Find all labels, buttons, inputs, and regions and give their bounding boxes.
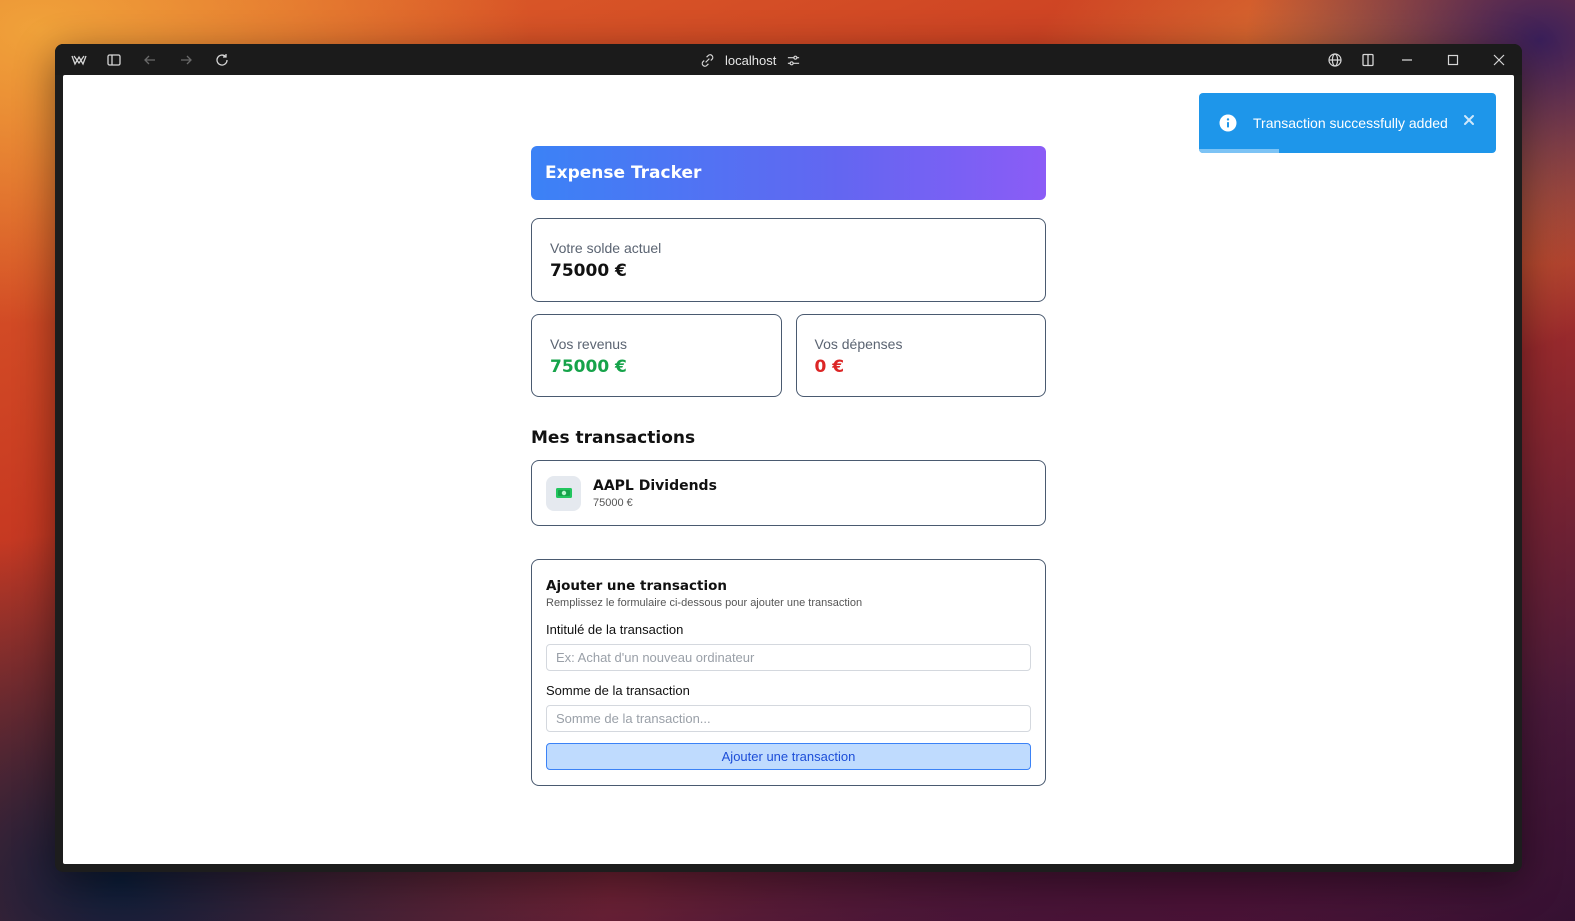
add-transaction-button[interactable]: Ajouter une transaction [546, 743, 1031, 770]
transaction-name: AAPL Dividends [593, 477, 717, 494]
close-icon[interactable] [1462, 113, 1476, 127]
balance-value: 75000 € [550, 261, 627, 281]
address-bar[interactable]: localhost [700, 50, 801, 70]
app-header: Expense Tracker [531, 146, 1046, 200]
expense-tracker-app: Expense Tracker Votre solde actuel 75000… [531, 146, 1046, 786]
app-title: Expense Tracker [545, 163, 702, 183]
close-window-icon[interactable] [1490, 51, 1508, 69]
summary-row: Vos revenus 75000 € Vos dépenses 0 € [531, 314, 1046, 397]
globe-icon[interactable] [1326, 51, 1344, 69]
toast-message: Transaction successfully added [1253, 115, 1448, 131]
url-text[interactable]: localhost [725, 53, 776, 68]
transactions-heading: Mes transactions [531, 428, 696, 448]
balance-card: Votre solde actuel 75000 € [531, 218, 1046, 302]
back-icon[interactable] [141, 51, 159, 69]
transaction-name-input[interactable] [546, 644, 1031, 671]
transaction-amount-label: Somme de la transaction [546, 683, 690, 698]
form-subtitle: Remplissez le formulaire ci-dessous pour… [546, 597, 863, 609]
link-icon [701, 53, 714, 67]
reload-icon[interactable] [213, 51, 231, 69]
add-transaction-form: Ajouter une transaction Remplissez le fo… [531, 559, 1046, 786]
sidebar-toggle-icon[interactable] [105, 51, 123, 69]
success-toast[interactable]: Transaction successfully added [1199, 93, 1496, 153]
maximize-icon[interactable] [1444, 51, 1462, 69]
income-card: Vos revenus 75000 € [531, 314, 782, 397]
transaction-amount-input[interactable] [546, 705, 1031, 732]
forward-icon[interactable] [177, 51, 195, 69]
browser-titlebar: localhost [55, 44, 1522, 75]
transaction-item[interactable]: AAPL Dividends 75000 € [531, 460, 1046, 526]
expenses-label: Vos dépenses [814, 336, 903, 352]
income-label: Vos revenus [550, 336, 628, 352]
expenses-value: 0 € [814, 357, 845, 377]
browser-window: localhost Expense Tracker Votre solde ac… [55, 44, 1522, 872]
minimize-icon[interactable] [1398, 51, 1416, 69]
browser-logo-icon[interactable] [70, 51, 88, 69]
transaction-amount: 75000 € [593, 496, 633, 509]
transaction-name-label: Intitulé de la transaction [546, 622, 684, 637]
page-content: Expense Tracker Votre solde actuel 75000… [63, 75, 1514, 864]
info-icon [1219, 114, 1237, 132]
form-title: Ajouter une transaction [546, 578, 727, 594]
toast-progress-bar [1199, 149, 1280, 153]
money-icon [546, 475, 581, 511]
balance-label: Votre solde actuel [550, 240, 662, 256]
income-value: 75000 € [550, 357, 627, 377]
site-settings-icon[interactable] [786, 53, 801, 68]
expenses-card: Vos dépenses 0 € [795, 314, 1046, 397]
split-view-icon[interactable] [1359, 51, 1377, 69]
